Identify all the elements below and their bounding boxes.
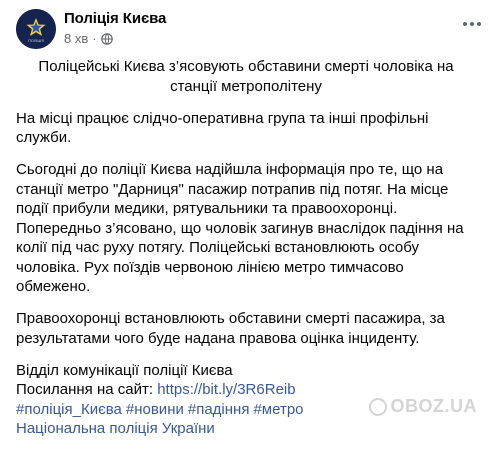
post-paragraph-3: Правоохоронці встановлюють обставини сме…	[16, 310, 445, 347]
meta-separator: ·	[92, 31, 97, 46]
post-body: Поліцейські Києва з’ясовують обставини с…	[16, 57, 476, 451]
author-name[interactable]: Поліція Києва	[64, 10, 166, 27]
site-link[interactable]: https://bit.ly/3R6Reib	[157, 381, 295, 398]
hashtag-link[interactable]: #поліція_Києва	[16, 401, 122, 418]
post-time[interactable]: 8 хв	[64, 31, 88, 46]
post-meta: 8 хв ·	[64, 31, 113, 46]
svg-text:ПОЛІЦІЯ: ПОЛІЦІЯ	[28, 39, 44, 43]
globe-icon[interactable]	[100, 32, 113, 45]
facebook-post: ПОЛІЦІЯ Поліція Києва 8 хв · Поліцейські…	[0, 0, 499, 437]
post-paragraph-2: Сьогодні до поліції Києва надійшла інфор…	[16, 161, 464, 295]
post-paragraph-1: На місці працює слідчо-оперативна група …	[16, 109, 429, 147]
watermark-text: OBOZ.UA	[390, 396, 477, 416]
avatar[interactable]: ПОЛІЦІЯ	[16, 9, 56, 49]
post-header: ПОЛІЦІЯ Поліція Києва 8 хв ·	[16, 9, 486, 53]
watermark: OBOZ.UA	[368, 396, 478, 417]
site-label: Посилання на сайт:	[16, 381, 158, 398]
more-options-button[interactable]	[460, 15, 484, 33]
org-page-link[interactable]: Національна поліція України	[16, 419, 476, 439]
hashtag-link[interactable]: #метро	[253, 401, 303, 418]
hashtag-link[interactable]: #падіння	[188, 401, 250, 418]
watermark-logo-icon	[368, 397, 387, 416]
signature: Відділ комунікації поліції Києва	[16, 361, 233, 379]
hashtag-link[interactable]: #новини	[126, 401, 184, 418]
more-options-icon	[477, 22, 481, 26]
more-options-icon	[470, 22, 474, 26]
more-options-icon	[463, 22, 467, 26]
police-badge-icon: ПОЛІЦІЯ	[16, 9, 56, 49]
post-headline: Поліцейські Києва з’ясовують обставини с…	[38, 58, 454, 95]
